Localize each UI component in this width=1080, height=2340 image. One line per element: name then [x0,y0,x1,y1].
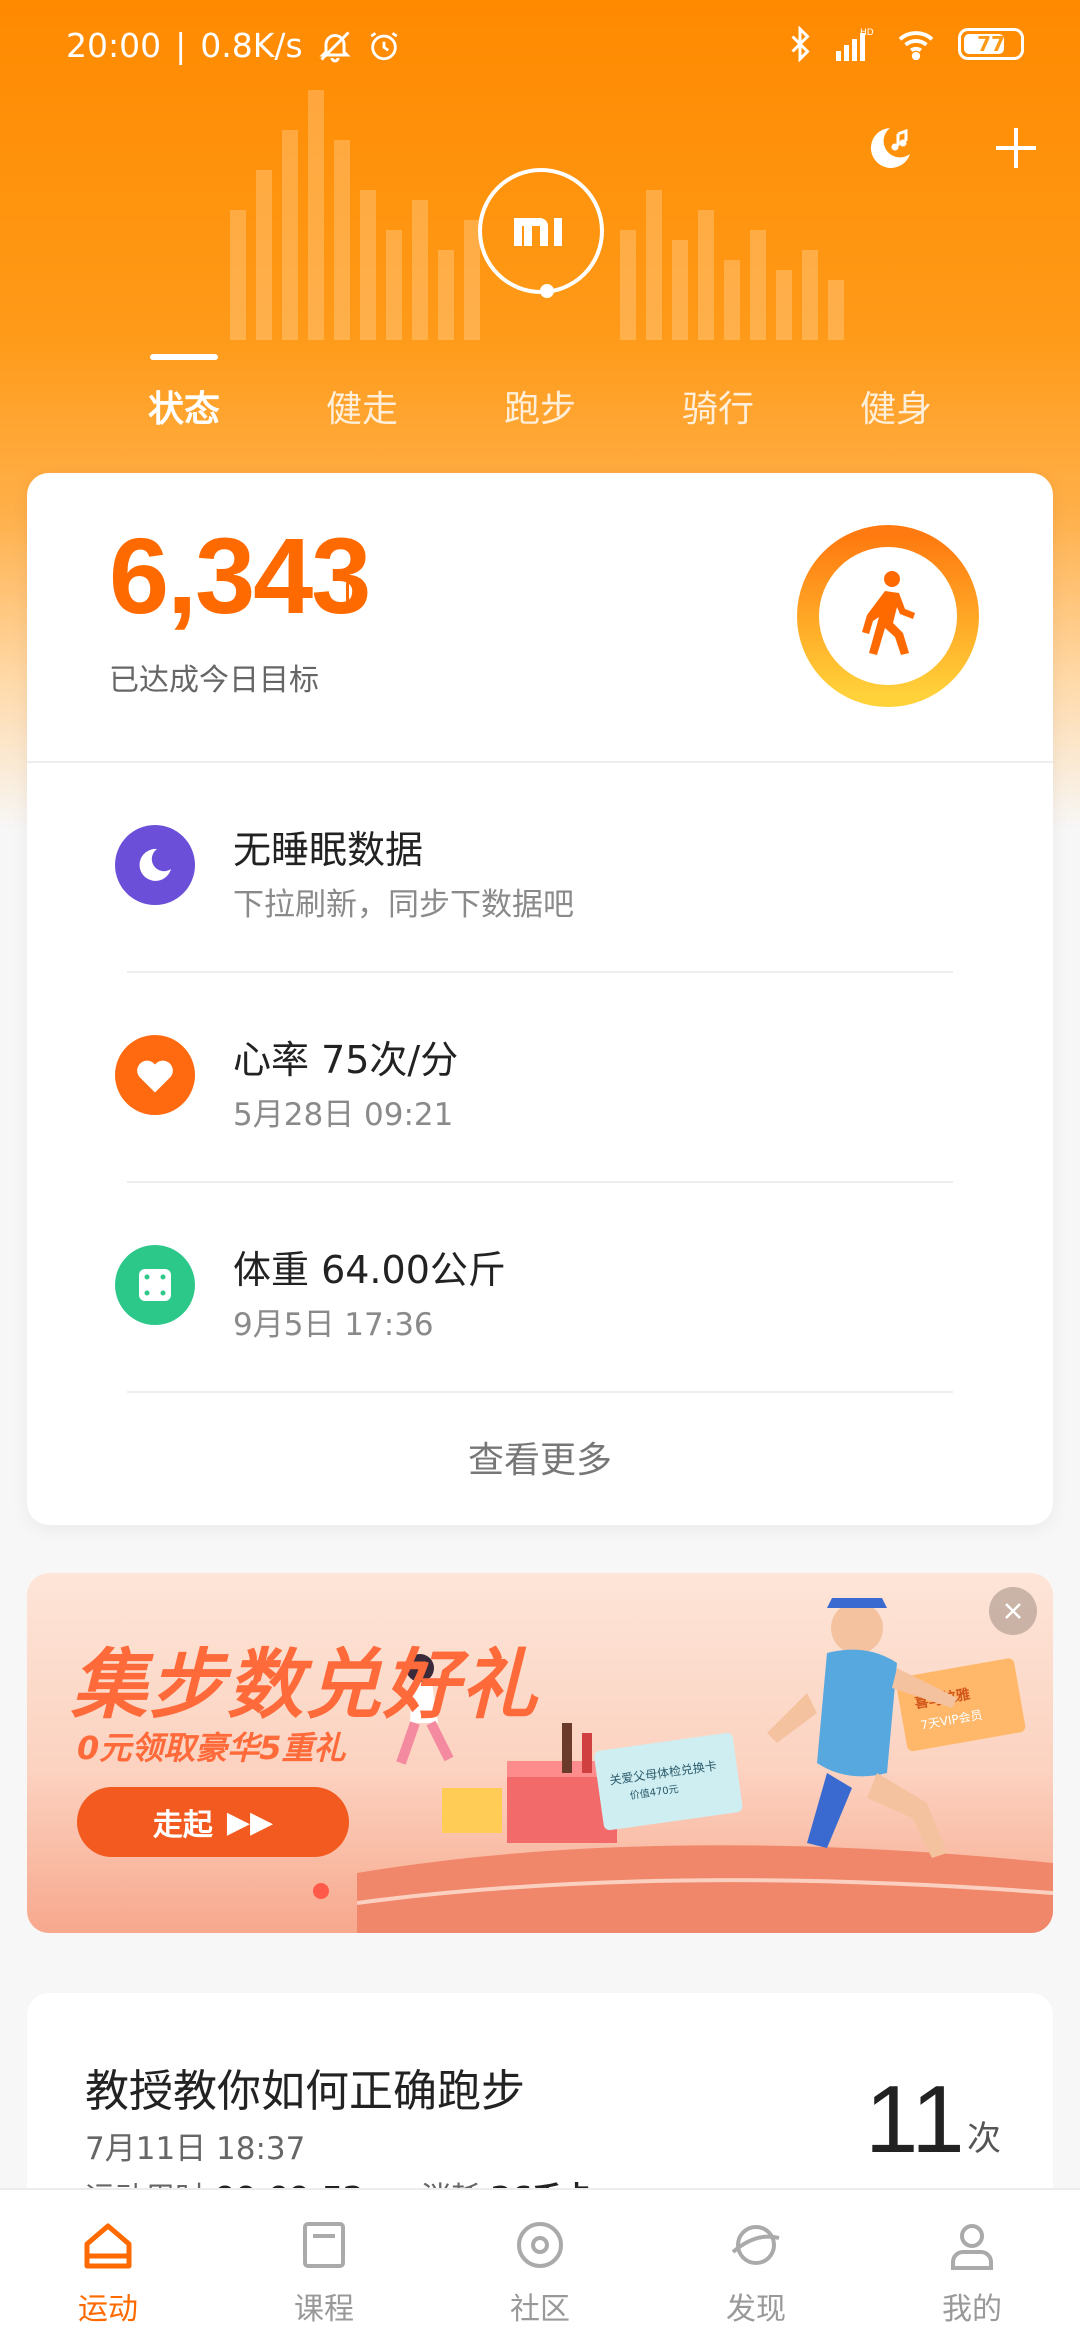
svg-text:z: z [159,852,166,866]
bluetooth-icon [791,26,810,62]
bottom-navigation: 运动 课程 社区 发现 我的 [0,2188,1080,2340]
tab-status[interactable]: 状态 [148,380,220,432]
home-icon [84,2223,132,2269]
tab-fitness[interactable]: 健身 [860,380,932,432]
banner-go-button[interactable]: 走起 ▶▶ [77,1787,349,1857]
tab-cycling[interactable]: 骑行 [682,380,754,432]
steps-unit-icon [346,581,356,609]
heart-rate-row[interactable]: 心率 75次/分 5月28日 09:21 [27,973,1053,1183]
status-bar: 20:00 | 0.8K/s HD 77 [0,0,1080,96]
tab-walking[interactable]: 健走 [326,380,398,432]
battery-icon: 77 [958,28,1024,60]
sleep-subtitle: 下拉刷新，同步下数据吧 [233,887,574,923]
mi-device-logo[interactable] [478,168,604,294]
workout-date: 7月11日 18:37 [85,2131,306,2167]
separator: | [175,26,187,65]
nav-label: 发现 [726,2292,786,2327]
add-icon[interactable] [988,120,1044,176]
goal-caption: 已达成今日目标 [109,663,319,698]
workout-count-unit: 次 [967,2119,1001,2159]
nav-label: 社区 [510,2292,570,2327]
promo-banner[interactable]: 关爱父母体检兑换卡 价值470元 喜马拉雅 7天VIP会员 集步数兑好礼 0元领… [27,1573,1053,1933]
tab-running[interactable]: 跑步 [504,380,576,432]
sleep-music-icon[interactable] [860,120,916,176]
workout-title: 教授教你如何正确跑步 [85,2066,525,2117]
see-more-link[interactable]: 查看更多 [27,1431,1053,1483]
heart-rate-title: 心率 75次/分 [233,1038,459,1082]
sync-indicator-dot [540,284,554,298]
banner-close-button[interactable] [989,1587,1037,1635]
nav-item-exercise[interactable]: 运动 [0,2190,216,2340]
nav-label: 运动 [78,2292,138,2327]
profile-icon [951,2224,993,2270]
workout-count: 11 [865,2066,965,2173]
heart-rate-time: 5月28日 09:21 [233,1097,454,1133]
daily-summary-card: 6,343 已达成今日目标 z 无睡眠数据 下拉刷新，同步下数据吧 心率 75次… [27,473,1053,1525]
banner-title: 集步数兑好礼 [71,1640,539,1729]
activity-tabs: 状态 健走 跑步 骑行 健身 [0,350,1080,440]
sleep-title: 无睡眠数据 [233,828,424,872]
sleep-row[interactable]: z 无睡眠数据 下拉刷新，同步下数据吧 [27,763,1053,973]
alarm-icon [370,31,398,60]
svg-text:HD: HD [860,28,874,38]
scale-icon [139,1269,171,1301]
carousel-indicator [313,1883,329,1899]
weight-title: 体重 64.00公斤 [233,1248,506,1292]
nav-label: 我的 [942,2292,1002,2327]
banner-subtitle: 0元领取豪华5重礼 [77,1729,346,1767]
heart-icon-badge [115,1035,195,1115]
nav-item-discover[interactable]: 发现 [648,2190,864,2340]
community-icon [517,2222,563,2268]
weight-row[interactable]: 体重 64.00公斤 9月5日 17:36 [27,1183,1053,1393]
close-icon [1005,1603,1021,1619]
goal-ring [797,525,979,707]
heart-icon [137,1060,173,1093]
mi-logo-icon [514,218,562,246]
clock: 20:00 [66,26,162,65]
nav-label: 课程 [294,2292,354,2327]
nav-item-courses[interactable]: 课程 [216,2190,432,2340]
sleep-icon-badge: z [115,825,195,905]
battery-level: 77 [977,32,1005,56]
network-speed: 0.8K/s [200,26,303,65]
walking-icon [862,571,915,655]
divider [127,1391,953,1393]
moon-icon: z [139,848,171,881]
signal-icon: HD [836,28,874,61]
weight-time: 9月5日 17:36 [233,1307,434,1343]
mute-bell-icon [319,30,351,62]
nav-item-community[interactable]: 社区 [432,2190,648,2340]
weight-icon-badge [115,1245,195,1325]
active-tab-indicator [150,354,218,360]
header-actions [860,120,1044,176]
fast-forward-icon: ▶▶ [226,1804,274,1840]
course-icon [303,2222,345,2268]
nav-item-profile[interactable]: 我的 [864,2190,1080,2340]
wifi-icon [898,31,934,60]
discover-icon [731,2225,780,2265]
steps-count: 6,343 [109,515,371,636]
banner-go-label: 走起 [152,1808,213,1843]
